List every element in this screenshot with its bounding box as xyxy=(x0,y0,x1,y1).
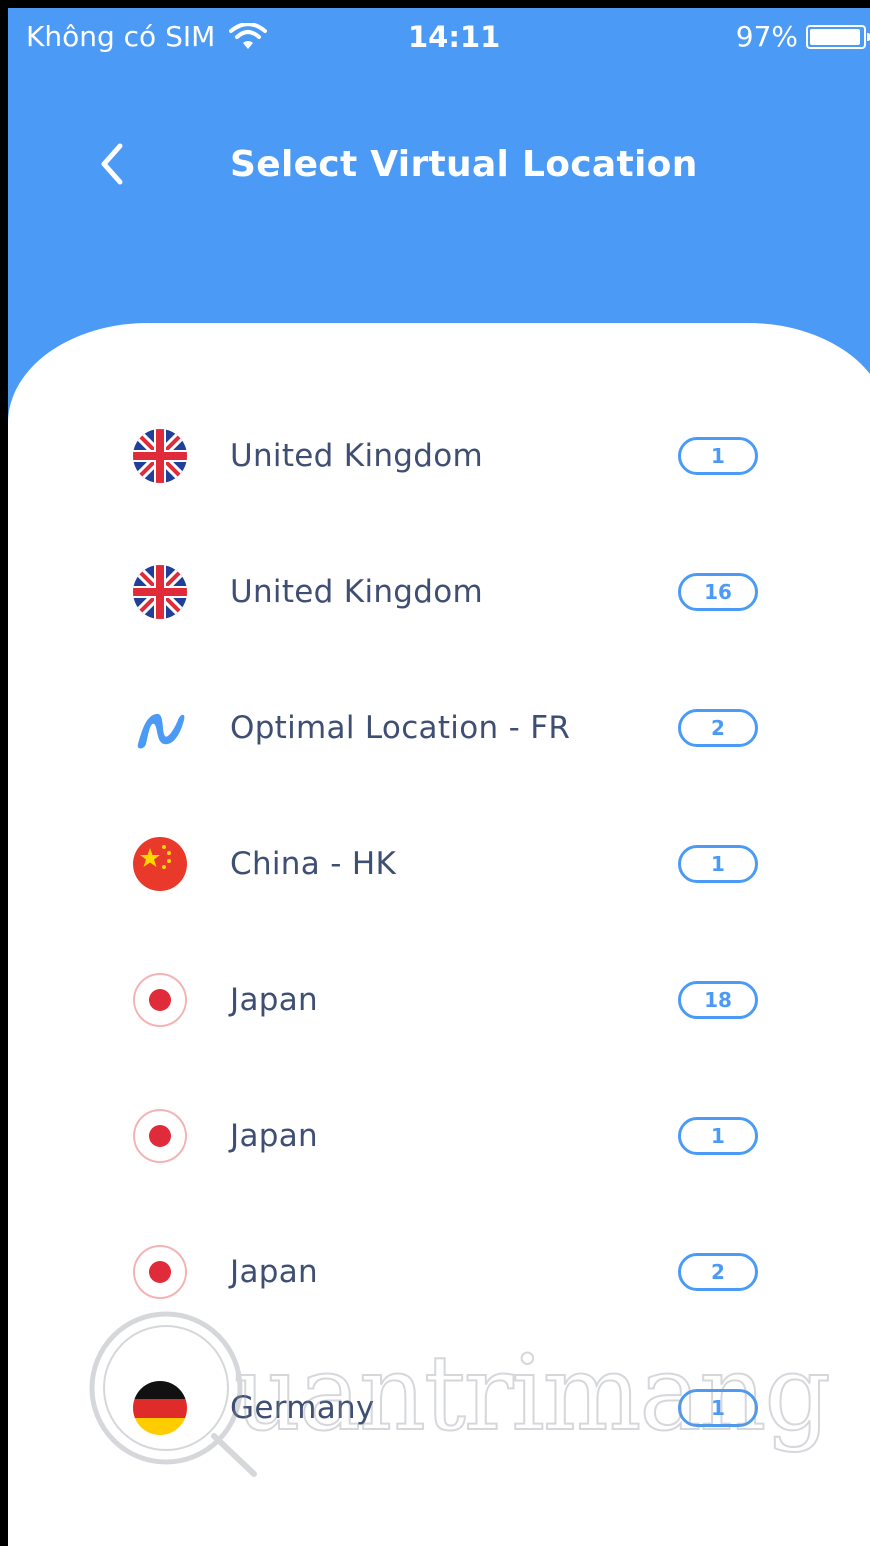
server-count-badge: 1 xyxy=(678,437,758,475)
uk-flag-icon xyxy=(132,564,188,620)
battery-percent: 97% xyxy=(735,20,798,53)
battery-group: 97% xyxy=(735,20,870,53)
location-row[interactable]: Optimal Location - FR 2 xyxy=(8,660,870,796)
wifi-icon xyxy=(229,22,268,49)
carrier-label: Không có SIM xyxy=(26,20,216,53)
clock: 14:11 xyxy=(408,20,501,54)
location-row[interactable]: Japan 2 xyxy=(8,1204,870,1340)
battery-icon xyxy=(806,24,870,49)
location-name: Japan xyxy=(230,1118,318,1154)
location-row[interactable]: United Kingdom 1 xyxy=(8,388,870,524)
server-count-badge: 1 xyxy=(678,1117,758,1155)
carrier-group: Không có SIM xyxy=(26,20,268,53)
location-name: China - HK xyxy=(230,846,397,882)
status-bar: Không có SIM 14:11 97% xyxy=(8,8,870,70)
location-name: Japan xyxy=(230,1254,318,1290)
location-row[interactable]: Germany 1 xyxy=(8,1340,870,1476)
server-count-badge: 16 xyxy=(678,573,758,611)
location-name: Germany xyxy=(230,1390,375,1426)
japan-flag-icon xyxy=(132,1244,188,1300)
location-name: United Kingdom xyxy=(230,438,484,474)
server-count-badge: 1 xyxy=(678,845,758,883)
optimal-location-icon xyxy=(132,700,188,756)
battery-fill xyxy=(810,28,861,45)
page-title: Select Virtual Location xyxy=(230,144,698,185)
back-button[interactable] xyxy=(86,134,136,194)
server-count-badge: 2 xyxy=(678,1253,758,1291)
location-row[interactable]: China - HK 1 xyxy=(8,796,870,932)
germany-flag-icon xyxy=(132,1380,188,1436)
japan-flag-icon xyxy=(132,972,188,1028)
app-screen: Không có SIM 14:11 97% Select Virtual Lo… xyxy=(0,0,870,1546)
japan-flag-icon xyxy=(132,1108,188,1164)
china-flag-icon xyxy=(132,836,188,892)
location-row[interactable]: United Kingdom 16 xyxy=(8,524,870,660)
chevron-left-icon xyxy=(101,143,123,185)
location-name: Japan xyxy=(230,982,318,1018)
location-row[interactable]: Japan 18 xyxy=(8,932,870,1068)
location-row[interactable]: Japan 1 xyxy=(8,1068,870,1204)
uk-flag-icon xyxy=(132,428,188,484)
location-name: United Kingdom xyxy=(230,574,484,610)
server-count-badge: 1 xyxy=(678,1389,758,1427)
server-count-badge: 18 xyxy=(678,981,758,1019)
server-count-badge: 2 xyxy=(678,709,758,747)
location-name: Optimal Location - FR xyxy=(230,710,571,746)
location-list: United Kingdom 1 United Kingdom 16 Optim… xyxy=(8,388,870,1476)
